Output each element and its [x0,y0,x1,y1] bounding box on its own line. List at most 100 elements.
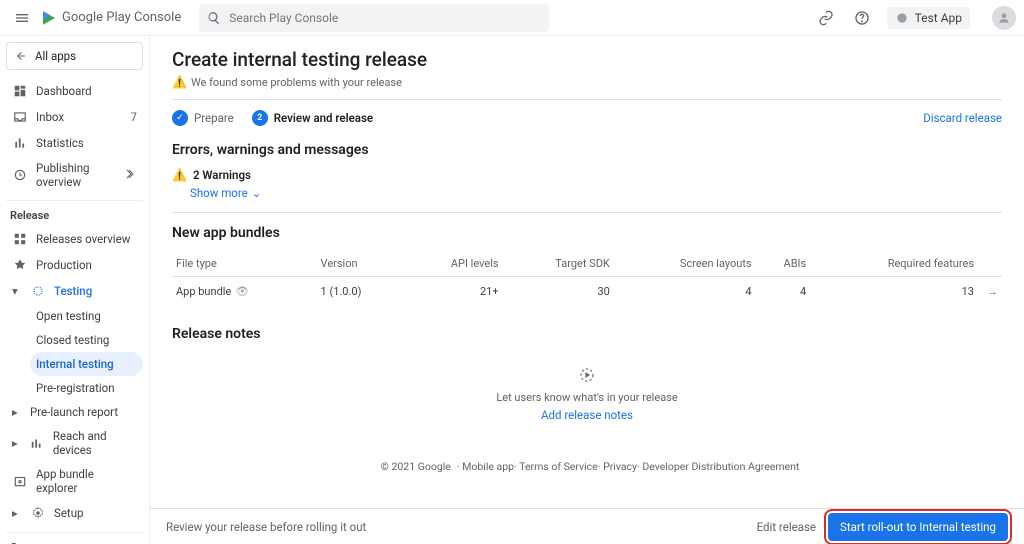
publish-icon [12,167,28,183]
start-rollout-button[interactable]: Start roll-out to Internal testing [828,513,1008,541]
sidebar-item-closed-testing[interactable]: Closed testing [30,328,143,352]
search-box[interactable] [199,4,549,32]
sidebar: All apps Dashboard Inbox 7 Statistics Pu… [0,36,150,544]
step-number-icon: 2 [252,110,268,126]
legal-link[interactable]: Developer Distribution Agreement [642,460,799,473]
cell-abis: 4 [756,277,811,307]
add-release-notes-link[interactable]: Add release notes [541,408,633,422]
sidebar-item-label: Pre-launch report [30,405,118,419]
caret-right-icon: ▸ [12,436,21,450]
legal-link[interactable]: Mobile app [462,460,514,473]
sidebar-item-label: Internal testing [36,357,114,371]
link-icon-button[interactable] [815,7,837,29]
col-filetype: File type [172,251,317,277]
cell-version: 1 (1.0.0) [317,277,404,307]
cell-sdk: 30 [503,277,614,307]
sidebar-item-label: Setup [54,506,84,520]
row-arrow-button[interactable]: → [987,285,998,298]
sidebar-item-label: Closed testing [36,333,109,347]
sidebar-item-label: App bundle explorer [36,467,137,495]
problem-banner: ⚠️ We found some problems with your rele… [172,75,1002,89]
sidebar-item-label: Releases overview [36,232,130,246]
legal-link[interactable]: Terms of Service [519,460,598,473]
stats-icon [12,135,28,151]
devices-icon [29,435,45,451]
sidebar-item-publishing[interactable]: Publishing overview [6,156,143,194]
person-icon [997,11,1011,25]
sidebar-item-internal-testing[interactable]: Internal testing [30,352,143,376]
legal-link[interactable]: Privacy [603,460,637,473]
caret-right-icon: ▸ [12,405,22,419]
all-apps-label: All apps [35,49,76,63]
rocket-icon [12,257,28,273]
table-row[interactable]: App bundle 👁 1 (1.0.0) 21+ 30 4 4 13 → [172,277,1002,307]
sidebar-item-pre-registration[interactable]: Pre-registration [30,376,143,400]
col-api: API levels [403,251,502,277]
search-input[interactable] [229,11,541,25]
publish-trail-icon [125,168,137,183]
sidebar-item-dashboard[interactable]: Dashboard [6,78,143,104]
sidebar-item-statistics[interactable]: Statistics [6,130,143,156]
cell-features: 13 [810,277,978,307]
app-switcher[interactable]: Test App [887,7,970,29]
gear-icon [30,505,46,521]
col-sdk: Target SDK [503,251,614,277]
sidebar-item-bundle-explorer[interactable]: App bundle explorer [6,462,143,500]
sidebar-item-label: Open testing [36,309,101,323]
cell-filetype: App bundle [176,285,231,298]
inbox-icon [12,109,28,125]
user-avatar[interactable] [992,6,1016,30]
inbox-count: 7 [131,110,137,124]
help-icon [854,10,870,26]
col-abis: ABIs [756,251,811,277]
cell-layouts: 4 [614,277,756,307]
android-icon [895,11,909,25]
help-button[interactable] [851,7,873,29]
edit-release-link[interactable]: Edit release [757,520,816,534]
bundle-icon [12,473,28,489]
top-bar: Google Play Console Test App [0,0,1024,36]
step-review[interactable]: 2 Review and release [252,110,373,126]
bundles-table: File type Version API levels Target SDK … [172,251,1002,306]
section-release: Release [10,209,143,222]
sidebar-item-setup[interactable]: ▸ Setup [6,500,143,526]
release-notes-empty: Let users know what's in your release Ad… [172,352,1002,430]
step-label: Review and release [274,111,373,125]
col-features: Required features [810,251,978,277]
discard-release-link[interactable]: Discard release [923,111,1002,125]
top-actions: Test App [815,6,1016,30]
sidebar-item-testing[interactable]: ▾ Testing [6,278,143,304]
warning-icon: ⚠️ [172,168,187,182]
notes-empty-text: Let users know what's in your release [172,391,1002,404]
flask-icon [30,283,46,299]
warnings-summary: ⚠️ 2 Warnings [172,168,1002,182]
sidebar-item-label: Production [36,258,92,272]
arrow-left-icon [15,50,27,62]
hamburger-menu[interactable] [8,4,36,32]
bottom-action-bar: Review your release before rolling it ou… [150,508,1024,544]
sidebar-item-production[interactable]: Production [6,252,143,278]
sidebar-item-inbox[interactable]: Inbox 7 [6,104,143,130]
errors-heading: Errors, warnings and messages [172,142,1002,158]
step-prepare[interactable]: ✓ Prepare [172,110,234,126]
sidebar-item-releases-overview[interactable]: Releases overview [6,226,143,252]
sidebar-item-label: Dashboard [36,84,92,98]
notes-icon [172,366,1002,387]
app-name: Test App [915,11,962,25]
warning-icon: ⚠️ [172,75,187,89]
col-version: Version [317,251,404,277]
notes-heading: Release notes [172,326,1002,342]
sidebar-item-label: Publishing overview [36,161,117,189]
show-more-link[interactable]: Show more ⌄ [190,186,1002,200]
sidebar-item-reach[interactable]: ▸ Reach and devices [6,424,143,462]
sidebar-item-prelaunch[interactable]: ▸ Pre-launch report [6,400,143,424]
play-triangle-icon [40,9,58,27]
cell-api: 21+ [403,277,502,307]
all-apps-button[interactable]: All apps [6,42,143,70]
sidebar-item-label: Reach and devices [53,429,137,457]
caret-right-icon: ▸ [12,506,22,520]
sidebar-item-open-testing[interactable]: Open testing [30,304,143,328]
bundles-heading: New app bundles [172,225,1002,241]
product-name: Google Play Console [62,10,181,25]
product-logo[interactable]: Google Play Console [40,9,181,27]
